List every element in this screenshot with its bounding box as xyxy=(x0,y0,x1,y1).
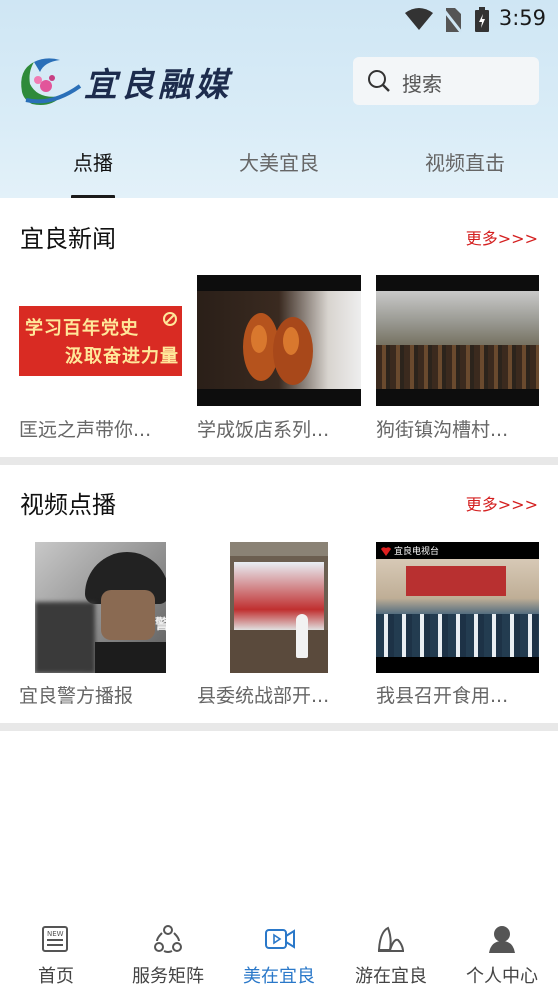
banner-line-1: 学习百年党史 xyxy=(25,318,139,339)
app-logo: 宜良融媒 xyxy=(16,54,246,110)
news-thumbnail xyxy=(376,275,539,406)
nav-home[interactable]: NEW 首页 xyxy=(0,916,112,992)
nav-beauty-yiliang[interactable]: 美在宜良 xyxy=(223,916,335,992)
police-badge-text: 警 xyxy=(155,617,166,633)
nav-label: 个人中心 xyxy=(466,966,538,987)
section-divider xyxy=(0,723,558,731)
logo-mark-icon xyxy=(21,58,82,105)
mountain-icon xyxy=(377,926,404,952)
video-caption: 宜良警方播报 xyxy=(19,685,134,707)
app-header: 3:59 宜良融媒 搜索 点播 大美宜良 视频直击 xyxy=(0,0,558,199)
news-thumbnail xyxy=(197,275,361,406)
tab-bar: 点播 大美宜良 视频直击 xyxy=(0,140,558,199)
roast-duck-image xyxy=(243,313,313,385)
nav-profile[interactable]: 个人中心 xyxy=(446,916,558,992)
news-icon: NEW xyxy=(42,926,68,952)
section-news: 宜良新闻 更多>>> 学习百年党史 汲取奋进力量 匡远之声带你... 学成饭店系… xyxy=(0,198,558,457)
section-video: 视频点播 更多>>> 警 宜良警方播报 县委统战部开... 宜良电视台 我县召开… xyxy=(0,465,558,723)
tv-station-name: 宜良电视台 xyxy=(394,547,440,557)
clock-time: 3:59 xyxy=(498,6,546,30)
section-title: 视频点播 xyxy=(20,491,116,519)
party-emblem-icon xyxy=(163,312,177,326)
logo-text: 宜良融媒 xyxy=(84,65,232,104)
section-title: 宜良新闻 xyxy=(20,225,116,253)
more-link[interactable]: 更多>>> xyxy=(466,225,538,249)
svg-text:NEW: NEW xyxy=(47,930,64,938)
news-caption: 匡远之声带你... xyxy=(19,419,152,441)
bottom-navigation: NEW 首页 服务矩阵 美在宜良 游在宜良 个人中心 xyxy=(0,916,558,992)
nav-service-matrix[interactable]: 服务矩阵 xyxy=(112,916,224,992)
no-sim-icon xyxy=(442,8,462,33)
video-thumbnail: 警 xyxy=(35,542,166,673)
search-box[interactable]: 搜索 xyxy=(353,57,539,105)
search-placeholder: 搜索 xyxy=(402,72,442,96)
news-thumbnail: 学习百年党史 汲取奋进力量 xyxy=(19,306,182,376)
news-caption: 狗街镇沟槽村... xyxy=(376,419,509,441)
nav-label: 服务矩阵 xyxy=(132,966,204,987)
tv-station-logo-icon xyxy=(381,547,391,556)
nav-travel-yiliang[interactable]: 游在宜良 xyxy=(335,916,447,992)
video-thumbnail xyxy=(230,542,328,673)
search-icon xyxy=(368,70,390,92)
service-matrix-icon xyxy=(154,925,182,953)
more-link[interactable]: 更多>>> xyxy=(466,491,538,515)
nav-label: 首页 xyxy=(38,966,74,987)
section-divider xyxy=(0,457,558,465)
tab-damei-yiliang[interactable]: 大美宜良 xyxy=(186,147,372,176)
news-caption: 学成饭店系列... xyxy=(197,419,330,441)
video-caption: 我县召开食用... xyxy=(376,685,509,707)
status-bar: 3:59 xyxy=(0,0,558,38)
nav-label: 游在宜良 xyxy=(355,966,427,987)
battery-icon xyxy=(475,7,489,32)
tab-dianbo[interactable]: 点播 xyxy=(0,147,186,176)
video-caption: 县委统战部开... xyxy=(197,685,330,707)
nav-label: 美在宜良 xyxy=(243,966,315,987)
video-camera-icon xyxy=(265,929,295,949)
wifi-icon xyxy=(405,8,433,30)
user-icon xyxy=(489,926,515,953)
tab-shipin-zhiji[interactable]: 视频直击 xyxy=(372,147,558,176)
banner-line-2: 汲取奋进力量 xyxy=(65,346,179,367)
video-thumbnail: 宜良电视台 xyxy=(376,542,539,673)
